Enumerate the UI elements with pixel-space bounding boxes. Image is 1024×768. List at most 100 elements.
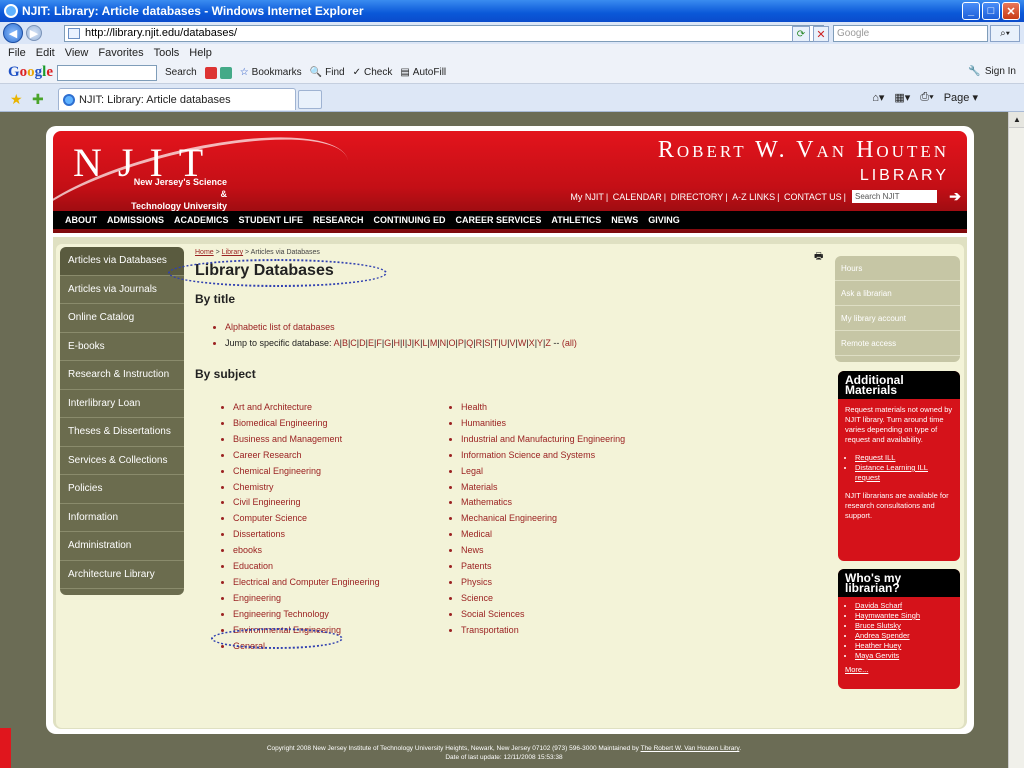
breadcrumb-home[interactable]: Home (195, 249, 214, 256)
leftnav-theses[interactable]: Theses & Dissertations (60, 418, 184, 447)
subject-link[interactable]: Legal (461, 464, 727, 480)
subject-link[interactable]: Chemical Engineering (233, 464, 427, 480)
librarian-link[interactable]: Andrea Spender (855, 631, 953, 641)
subject-link[interactable]: Career Research (233, 448, 427, 464)
letter-link[interactable]: O (449, 338, 456, 348)
print-page-icon[interactable]: 🖶 (814, 249, 823, 266)
more-librarians-link[interactable]: More... (845, 665, 868, 674)
nav-academics[interactable]: ACADEMICS (174, 215, 229, 225)
nav-giving[interactable]: GIVING (648, 215, 680, 225)
util-calendar[interactable]: CALENDAR (613, 192, 662, 202)
librarian-link[interactable]: Haymwantee Singh (855, 611, 953, 621)
home-icon[interactable]: ⌂▾ (872, 91, 884, 104)
forward-button[interactable]: ▶ (26, 25, 42, 41)
back-button[interactable]: ◀ (3, 23, 23, 43)
signin-button[interactable]: 🔧 Sign In (968, 66, 1016, 77)
nav-career-services[interactable]: CAREER SERVICES (456, 215, 542, 225)
subject-link[interactable]: Science (461, 591, 727, 607)
subject-link[interactable]: Health (461, 400, 727, 416)
all-link[interactable]: (all) (562, 338, 577, 348)
leftnav-ebooks[interactable]: E-books (60, 332, 184, 361)
breadcrumb-library[interactable]: Library (222, 249, 243, 256)
util-az-links[interactable]: A-Z LINKS (732, 192, 775, 202)
subject-link[interactable]: Dissertations (233, 527, 427, 543)
subject-link[interactable]: Industrial and Manufacturing Engineering (461, 432, 727, 448)
subject-link[interactable]: Chemistry (233, 480, 427, 496)
rightnav-library-account[interactable]: My library account (835, 306, 960, 331)
subject-link[interactable]: Patents (461, 559, 727, 575)
stop-button[interactable]: ✕ (813, 26, 829, 42)
leftnav-services[interactable]: Services & Collections (60, 446, 184, 475)
letter-links[interactable]: A|B|C|D|E|F|G|H|I|J|K|L|M|N|O|P|Q|R|S|T|… (334, 338, 551, 348)
subject-link[interactable]: Humanities (461, 416, 727, 432)
print-icon[interactable]: ⎙▾ (920, 91, 933, 104)
request-ill-link[interactable]: Request ILL (855, 453, 953, 463)
librarian-link[interactable]: Davida Scharf (855, 601, 953, 611)
scroll-up-icon[interactable]: ▲ (1009, 112, 1024, 128)
gtb-icons[interactable] (204, 66, 232, 79)
refresh-button[interactable]: ⟳ (792, 26, 810, 42)
subject-link[interactable]: Business and Management (233, 432, 427, 448)
subject-link[interactable]: Electrical and Computer Engineering (233, 575, 427, 591)
subject-link[interactable]: Physics (461, 575, 727, 591)
subject-link[interactable]: Information Science and Systems (461, 448, 727, 464)
browser-search-button[interactable]: ⌕▾ (990, 25, 1020, 42)
library-name[interactable]: Robert W. Van Houten (658, 137, 949, 164)
librarian-link[interactable]: Bruce Slutsky (855, 621, 953, 631)
leftnav-architecture-library[interactable]: Architecture Library (60, 560, 184, 589)
bookmarks-button[interactable]: ☆ Bookmarks (240, 67, 302, 78)
nav-about[interactable]: ABOUT (65, 215, 97, 225)
subject-link[interactable]: Education (233, 559, 427, 575)
close-button[interactable]: ✕ (1002, 2, 1020, 20)
feeds-icon[interactable]: ▦▾ (894, 91, 910, 104)
rightnav-remote-access[interactable]: Remote access (835, 331, 960, 356)
leftnav-articles-databases[interactable]: Articles via Databases (60, 247, 184, 276)
page-menu[interactable]: Page ▾ (944, 91, 978, 104)
leftnav-research-instruction[interactable]: Research & Instruction (60, 361, 184, 390)
menu-tools[interactable]: Tools (154, 47, 180, 59)
subject-link[interactable]: Art and Architecture (233, 400, 427, 416)
menu-file[interactable]: File (8, 47, 26, 59)
leftnav-information[interactable]: Information (60, 503, 184, 532)
subject-link[interactable]: Computer Science (233, 511, 427, 527)
leftnav-online-catalog[interactable]: Online Catalog (60, 304, 184, 333)
nav-admissions[interactable]: ADMISSIONS (107, 215, 164, 225)
leftnav-administration[interactable]: Administration (60, 532, 184, 561)
subject-link[interactable]: Biomedical Engineering (233, 416, 427, 432)
add-favorites-icon[interactable]: ✚ (32, 91, 44, 108)
rightnav-hours[interactable]: Hours (835, 256, 960, 281)
nav-student-life[interactable]: STUDENT LIFE (239, 215, 304, 225)
letter-link[interactable]: Z (545, 338, 551, 348)
nav-athletics[interactable]: ATHLETICS (551, 215, 601, 225)
subject-link[interactable]: Social Sciences (461, 607, 727, 623)
menu-view[interactable]: View (65, 47, 89, 59)
leftnav-policies[interactable]: Policies (60, 475, 184, 504)
url-input[interactable]: http://library.njit.edu/databases/ (64, 25, 824, 42)
menu-help[interactable]: Help (189, 47, 212, 59)
nav-news[interactable]: NEWS (611, 215, 638, 225)
vertical-scrollbar[interactable]: ▲ (1008, 112, 1024, 768)
check-button[interactable]: ✓ Check (353, 67, 393, 78)
subject-link[interactable]: Engineering (233, 591, 427, 607)
menu-favorites[interactable]: Favorites (98, 47, 143, 59)
distance-learning-ill-link[interactable]: Distance Learning ILL request (855, 463, 953, 483)
njit-search-input[interactable]: Search NJIT (852, 190, 937, 203)
nav-research[interactable]: RESEARCH (313, 215, 364, 225)
njit-search-arrow-icon[interactable]: ➔ (949, 188, 961, 205)
browser-search-input[interactable]: Google (833, 25, 988, 42)
google-search-button[interactable]: Search (165, 67, 197, 78)
favorites-star-icon[interactable]: ★ (10, 91, 23, 108)
subject-link[interactable]: Mechanical Engineering (461, 511, 727, 527)
util-directory[interactable]: DIRECTORY (671, 192, 724, 202)
leftnav-interlibrary-loan[interactable]: Interlibrary Loan (60, 389, 184, 418)
autofill-button[interactable]: ▤ AutoFill (400, 67, 446, 78)
subject-link[interactable]: Engineering Technology (233, 607, 427, 623)
librarian-link[interactable]: Maya Gervits (855, 651, 953, 661)
menu-edit[interactable]: Edit (36, 47, 55, 59)
rightnav-ask-librarian[interactable]: Ask a librarian (835, 281, 960, 306)
subject-link[interactable]: Materials (461, 480, 727, 496)
subject-link[interactable]: News (461, 543, 727, 559)
librarian-link[interactable]: Heather Huey (855, 641, 953, 651)
find-button[interactable]: 🔍 Find (310, 67, 345, 78)
footer-library-link[interactable]: The Robert W. Van Houten Library (641, 745, 740, 752)
